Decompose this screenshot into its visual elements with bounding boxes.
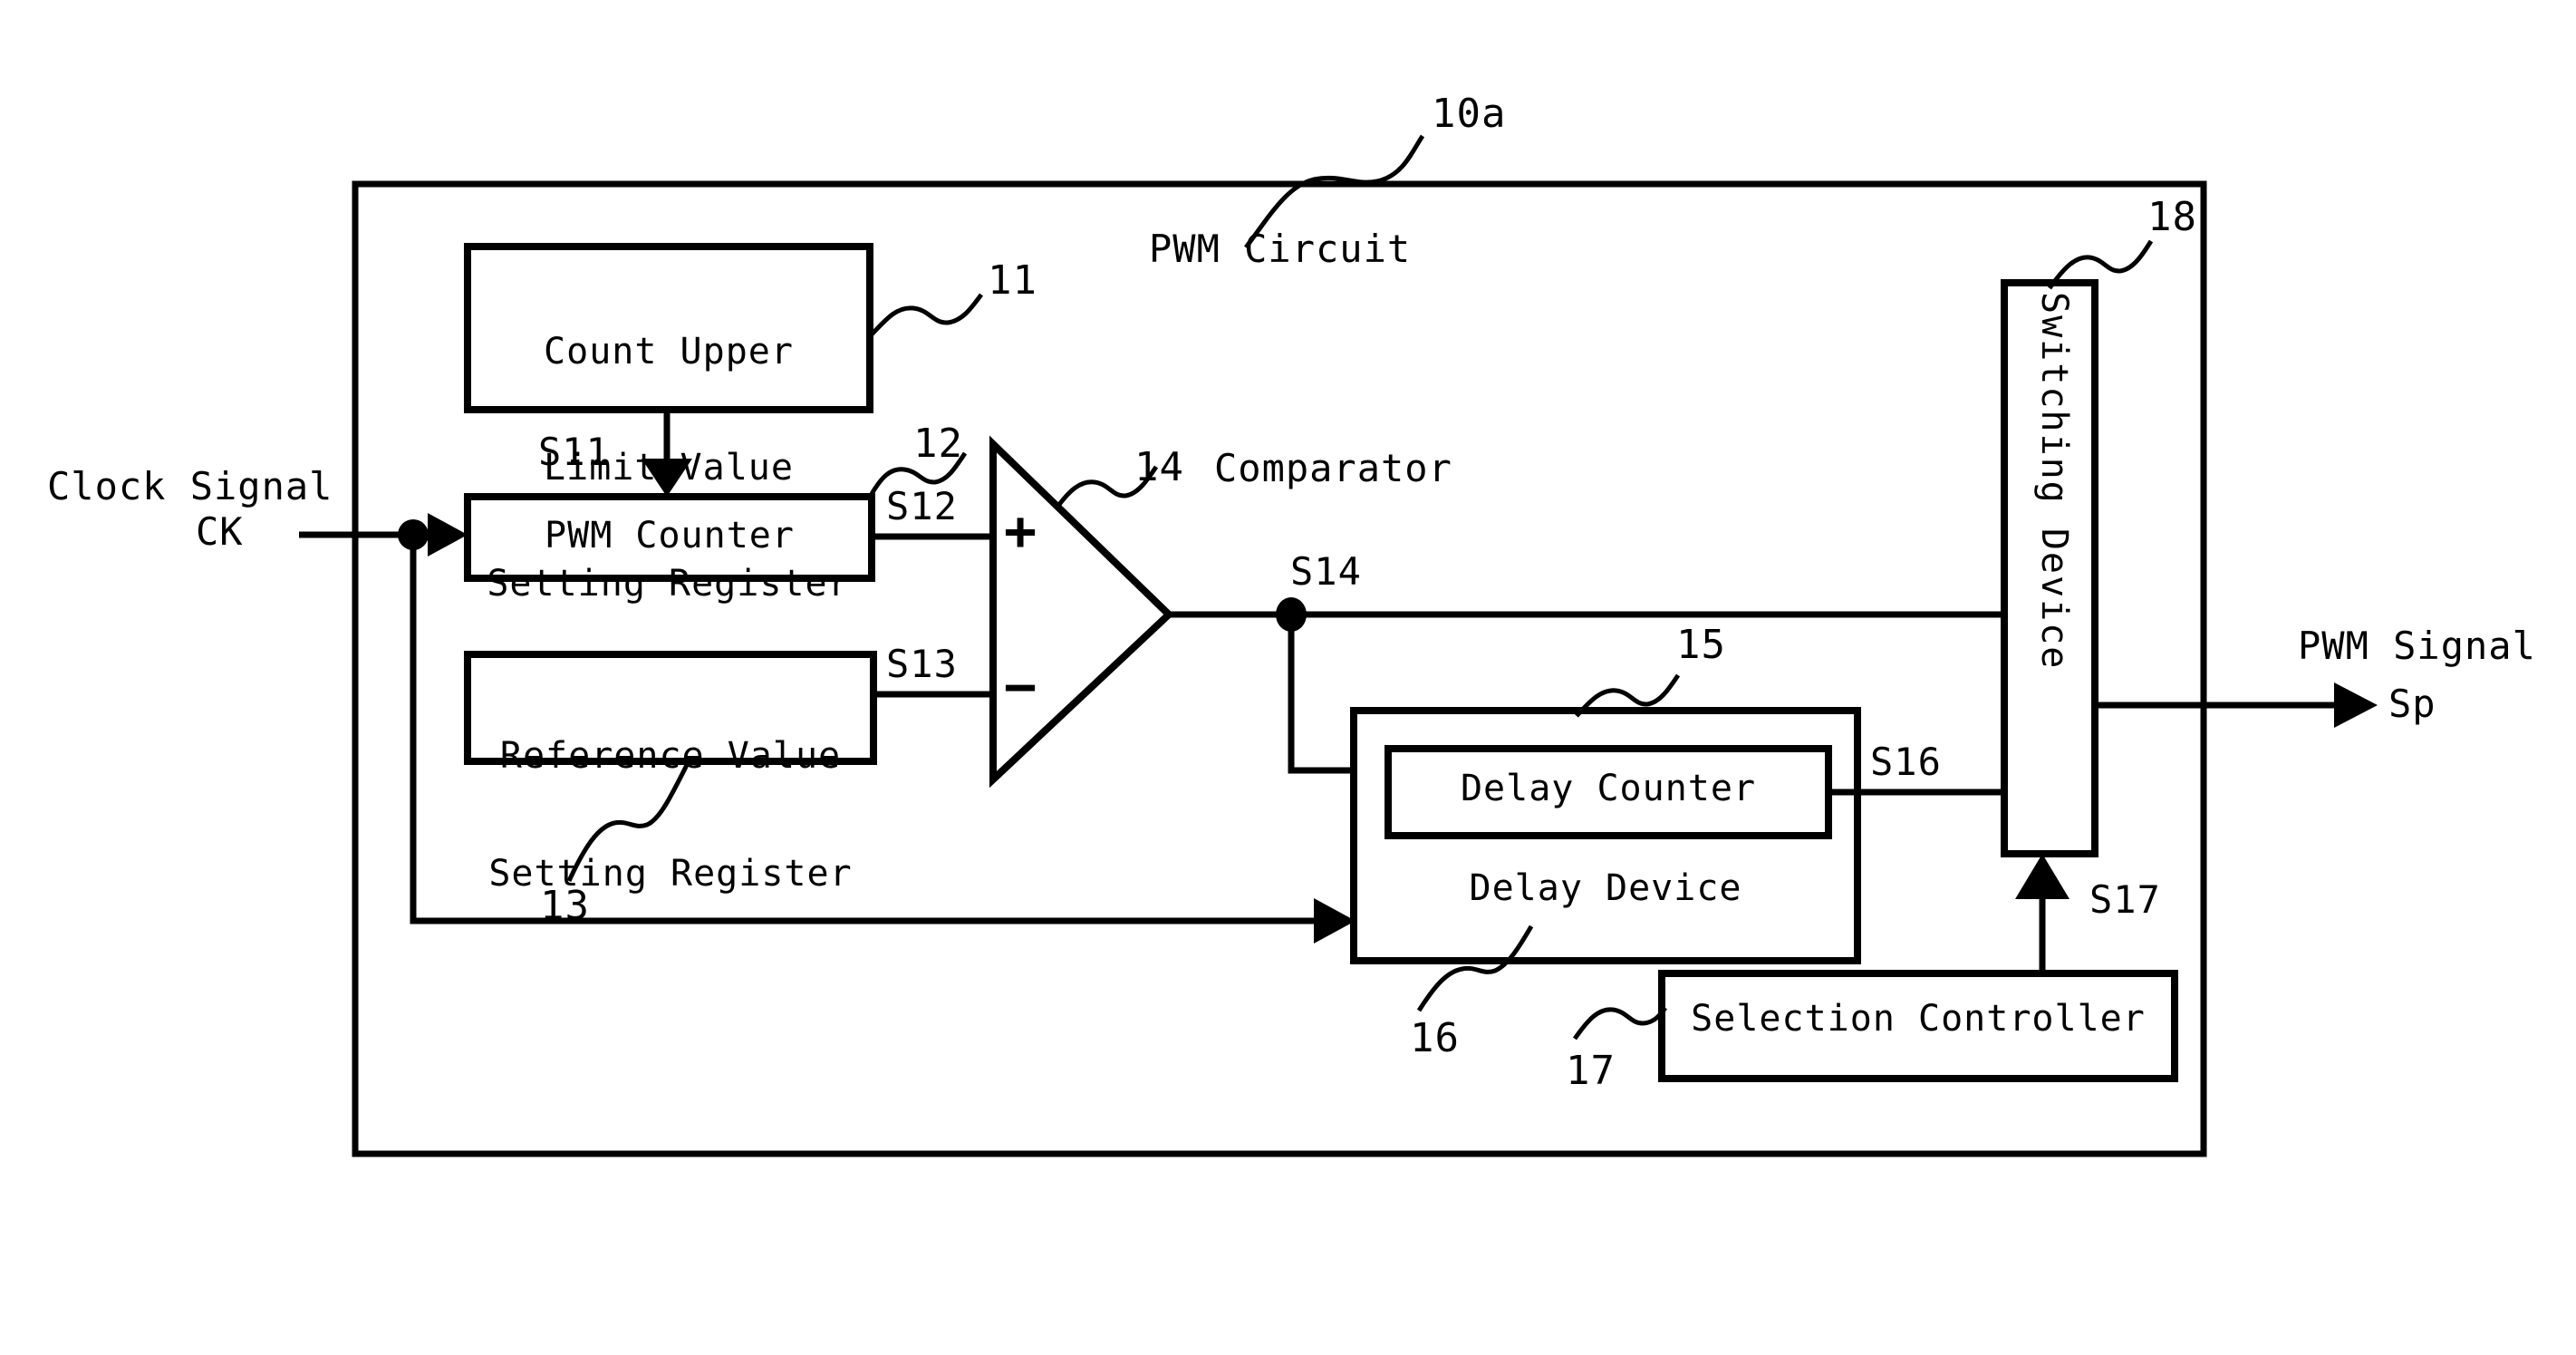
ref-17-label: 17 <box>1566 1048 1616 1094</box>
clock-signal-symbol: CK <box>196 509 244 554</box>
ref-17-leader-line <box>1572 1006 1667 1040</box>
count-upper-limit-register-label: Count Upper Limit Value Setting Register <box>468 261 870 674</box>
ref-18-label: 18 <box>2147 194 2197 240</box>
s14-branch-to-delay-wire <box>1288 615 1356 774</box>
count-upper-limit-line-3: Setting Register <box>487 563 851 605</box>
count-upper-limit-line-2: Limit Value <box>544 447 794 489</box>
count-upper-limit-line-1: Count Upper <box>544 331 794 373</box>
clock-to-delay-arrowhead <box>1314 898 1356 944</box>
ref-16-leader-line <box>1416 924 1534 1012</box>
reference-value-line-1: Reference Value <box>499 735 842 777</box>
s11-label: S11 <box>538 430 610 474</box>
ref-14-label: 14 <box>1134 444 1184 490</box>
pwm-circuit-title: PWM Circuit <box>1149 227 1412 271</box>
ref-11-label: 11 <box>988 257 1037 304</box>
reference-value-register-label: Reference Value Setting Register <box>468 665 873 964</box>
reference-value-line-2: Setting Register <box>488 853 853 895</box>
delay-device-label: Delay Device <box>1469 867 1742 909</box>
clock-signal-title: Clock Signal <box>47 464 333 508</box>
comparator-minus-symbol: − <box>1004 655 1037 719</box>
comparator-label: Comparator <box>1214 446 1452 490</box>
s12-label: S12 <box>886 484 958 528</box>
switching-device-label: Switching Device <box>2033 292 2075 671</box>
pwm-signal-title: PWM Signal <box>2298 624 2536 668</box>
ref-13-label: 13 <box>540 883 590 929</box>
pwm-counter-label: PWM Counter <box>545 515 795 557</box>
delay-counter-label: Delay Counter <box>1460 768 1757 809</box>
comparator-triangle <box>989 435 1174 789</box>
ref-10a-label: 10a <box>1432 91 1507 137</box>
s13-label: S13 <box>886 642 958 686</box>
ref-11-leader-line <box>870 293 984 336</box>
ref-12-label: 12 <box>913 421 963 467</box>
ref-15-label: 15 <box>1676 622 1726 668</box>
s17-label: S17 <box>2089 877 2161 922</box>
s14-label: S14 <box>1290 549 1362 594</box>
pwm-signal-symbol: Sp <box>2388 682 2436 726</box>
s17-arrowhead <box>2015 854 2069 899</box>
patent-figure-canvas: 10a PWM Circuit Count Upper Limit Value … <box>0 0 2576 1355</box>
clock-to-counter-arrowhead <box>428 513 468 557</box>
ref-16-label: 16 <box>1410 1015 1460 1061</box>
selection-controller-label: Selection Controller <box>1691 998 2146 1040</box>
s16-label: S16 <box>1870 740 1942 784</box>
comparator-plus-symbol: + <box>1004 499 1037 563</box>
pwm-output-arrowhead <box>2334 682 2378 728</box>
